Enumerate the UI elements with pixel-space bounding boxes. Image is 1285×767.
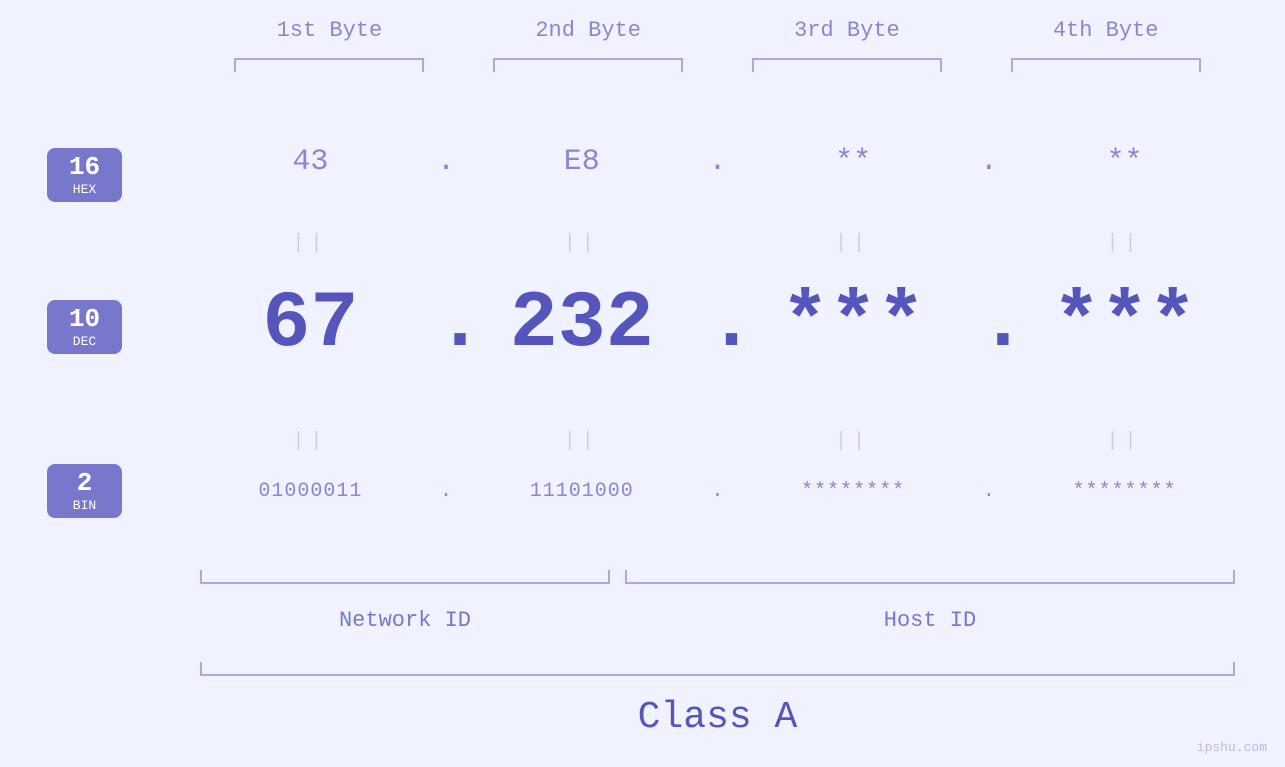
dec-badge: 10 DEC [47,300,122,354]
dec-b3: *** [758,285,948,365]
host-bracket [625,570,1235,584]
top-bracket-3 [752,58,942,72]
eq1-b2: || [487,232,677,255]
dec-badge-label: DEC [53,334,116,349]
bin-dot2: . [707,480,727,503]
top-bracket-4 [1011,58,1201,72]
hex-b2: E8 [487,145,677,179]
bin-b3: ******** [758,480,948,503]
dec-b2: 232 [487,285,677,365]
main-page: 1st Byte 2nd Byte 3rd Byte 4th Byte 16 H… [0,0,1285,767]
byte2-header: 2nd Byte [493,18,683,43]
bottom-brackets [200,570,1235,584]
equals-row-1: || || || || [200,232,1235,255]
full-bottom-bracket [200,662,1235,676]
hex-b3: ** [758,145,948,179]
eq2-b1: || [215,430,405,453]
hex-dot1: . [436,145,456,179]
hex-badge-label: HEX [53,182,116,197]
watermark: ipshu.com [1197,740,1267,755]
eq1-b4: || [1030,232,1220,255]
network-id-label: Network ID [200,608,610,633]
bin-dot3: . [979,480,999,503]
hex-dot3: . [979,145,999,179]
class-label: Class A [200,696,1235,739]
bin-b2: 11101000 [487,480,677,503]
eq2-b2: || [487,430,677,453]
dec-b4: *** [1030,285,1220,365]
hex-b1: 43 [215,145,405,179]
hex-badge-num: 16 [53,153,116,182]
eq1-b3: || [758,232,948,255]
dec-dot1: . [436,285,456,365]
bin-row: 01000011 . 11101000 . ******** . *******… [200,480,1235,503]
byte3-header: 3rd Byte [752,18,942,43]
byte4-header: 4th Byte [1011,18,1201,43]
top-bracket-1 [234,58,424,72]
top-bracket-2 [493,58,683,72]
host-id-label: Host ID [625,608,1235,633]
eq2-b4: || [1030,430,1220,453]
hex-dot2: . [707,145,727,179]
hex-badge: 16 HEX [47,148,122,202]
bin-b4: ******** [1030,480,1220,503]
dec-b1: 67 [215,285,405,365]
byte-headers: 1st Byte 2nd Byte 3rd Byte 4th Byte [200,18,1235,43]
eq1-b1: || [215,232,405,255]
hex-b4: ** [1030,145,1220,179]
network-bracket [200,570,610,584]
bin-dot1: . [436,480,456,503]
bin-badge: 2 BIN [47,464,122,518]
top-brackets [200,58,1235,72]
hex-row: 43 . E8 . ** . ** [200,145,1235,179]
equals-row-2: || || || || [200,430,1235,453]
dec-dot3: . [979,285,999,365]
bin-badge-num: 2 [53,469,116,498]
byte1-header: 1st Byte [234,18,424,43]
dec-dot2: . [707,285,727,365]
eq2-b3: || [758,430,948,453]
dec-row: 67 . 232 . *** . *** [200,285,1235,365]
bin-badge-label: BIN [53,498,116,513]
dec-badge-num: 10 [53,305,116,334]
bin-b1: 01000011 [215,480,405,503]
